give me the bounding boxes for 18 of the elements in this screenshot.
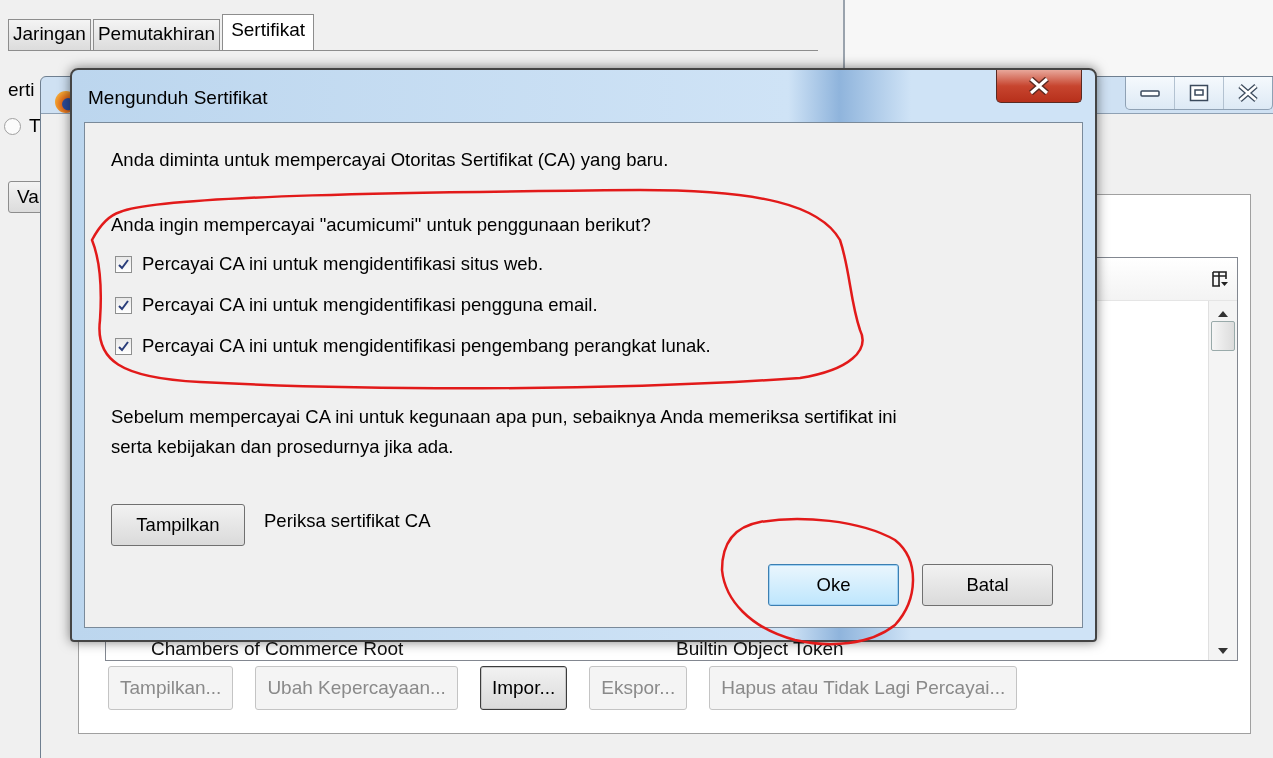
dialog-title: Mengunduh Sertifikat	[88, 87, 268, 109]
dialog-button[interactable]: Batal	[922, 564, 1053, 606]
label-text: erti	[8, 79, 35, 101]
tab[interactable]: Pemutakhiran	[92, 19, 221, 50]
question-text: Anda ingin mempercayai "acumicumi" untuk penggunaan berikut?	[111, 214, 652, 236]
dialog-button[interactable]: Oke	[768, 564, 899, 606]
table-cell-text: Chambers of Commerce Root	[150, 638, 405, 660]
checkbox-label: Percayai CA ini untuk mengidentifikasi pengembang perangkat lunak.	[142, 335, 711, 357]
action-button[interactable]: Impor...	[479, 666, 568, 710]
radio-label: T	[29, 115, 41, 137]
advice-text: Sebelum mempercayai CA ini untuk kegunaan apa pun, sebaiknya Anda memeriksa sertifikat ini serta kebijakan dan prosedurnya jika ada.	[111, 405, 898, 459]
tab[interactable]: Sertifikat	[222, 14, 315, 50]
tab[interactable]: Jaringan	[8, 19, 91, 50]
checkbox-label: Percayai CA ini untuk mengidentifikasi situs web.	[142, 253, 544, 275]
view-label: Periksa sertifikat CA	[264, 510, 431, 532]
view-button[interactable]: Tampilkan	[111, 504, 245, 546]
intro-text: Anda diminta untuk mempercayai Otoritas Sertifikat (CA) yang baru.	[111, 148, 670, 172]
checkbox-label: Percayai CA ini untuk mengidentifikasi pengguna email.	[142, 294, 598, 316]
